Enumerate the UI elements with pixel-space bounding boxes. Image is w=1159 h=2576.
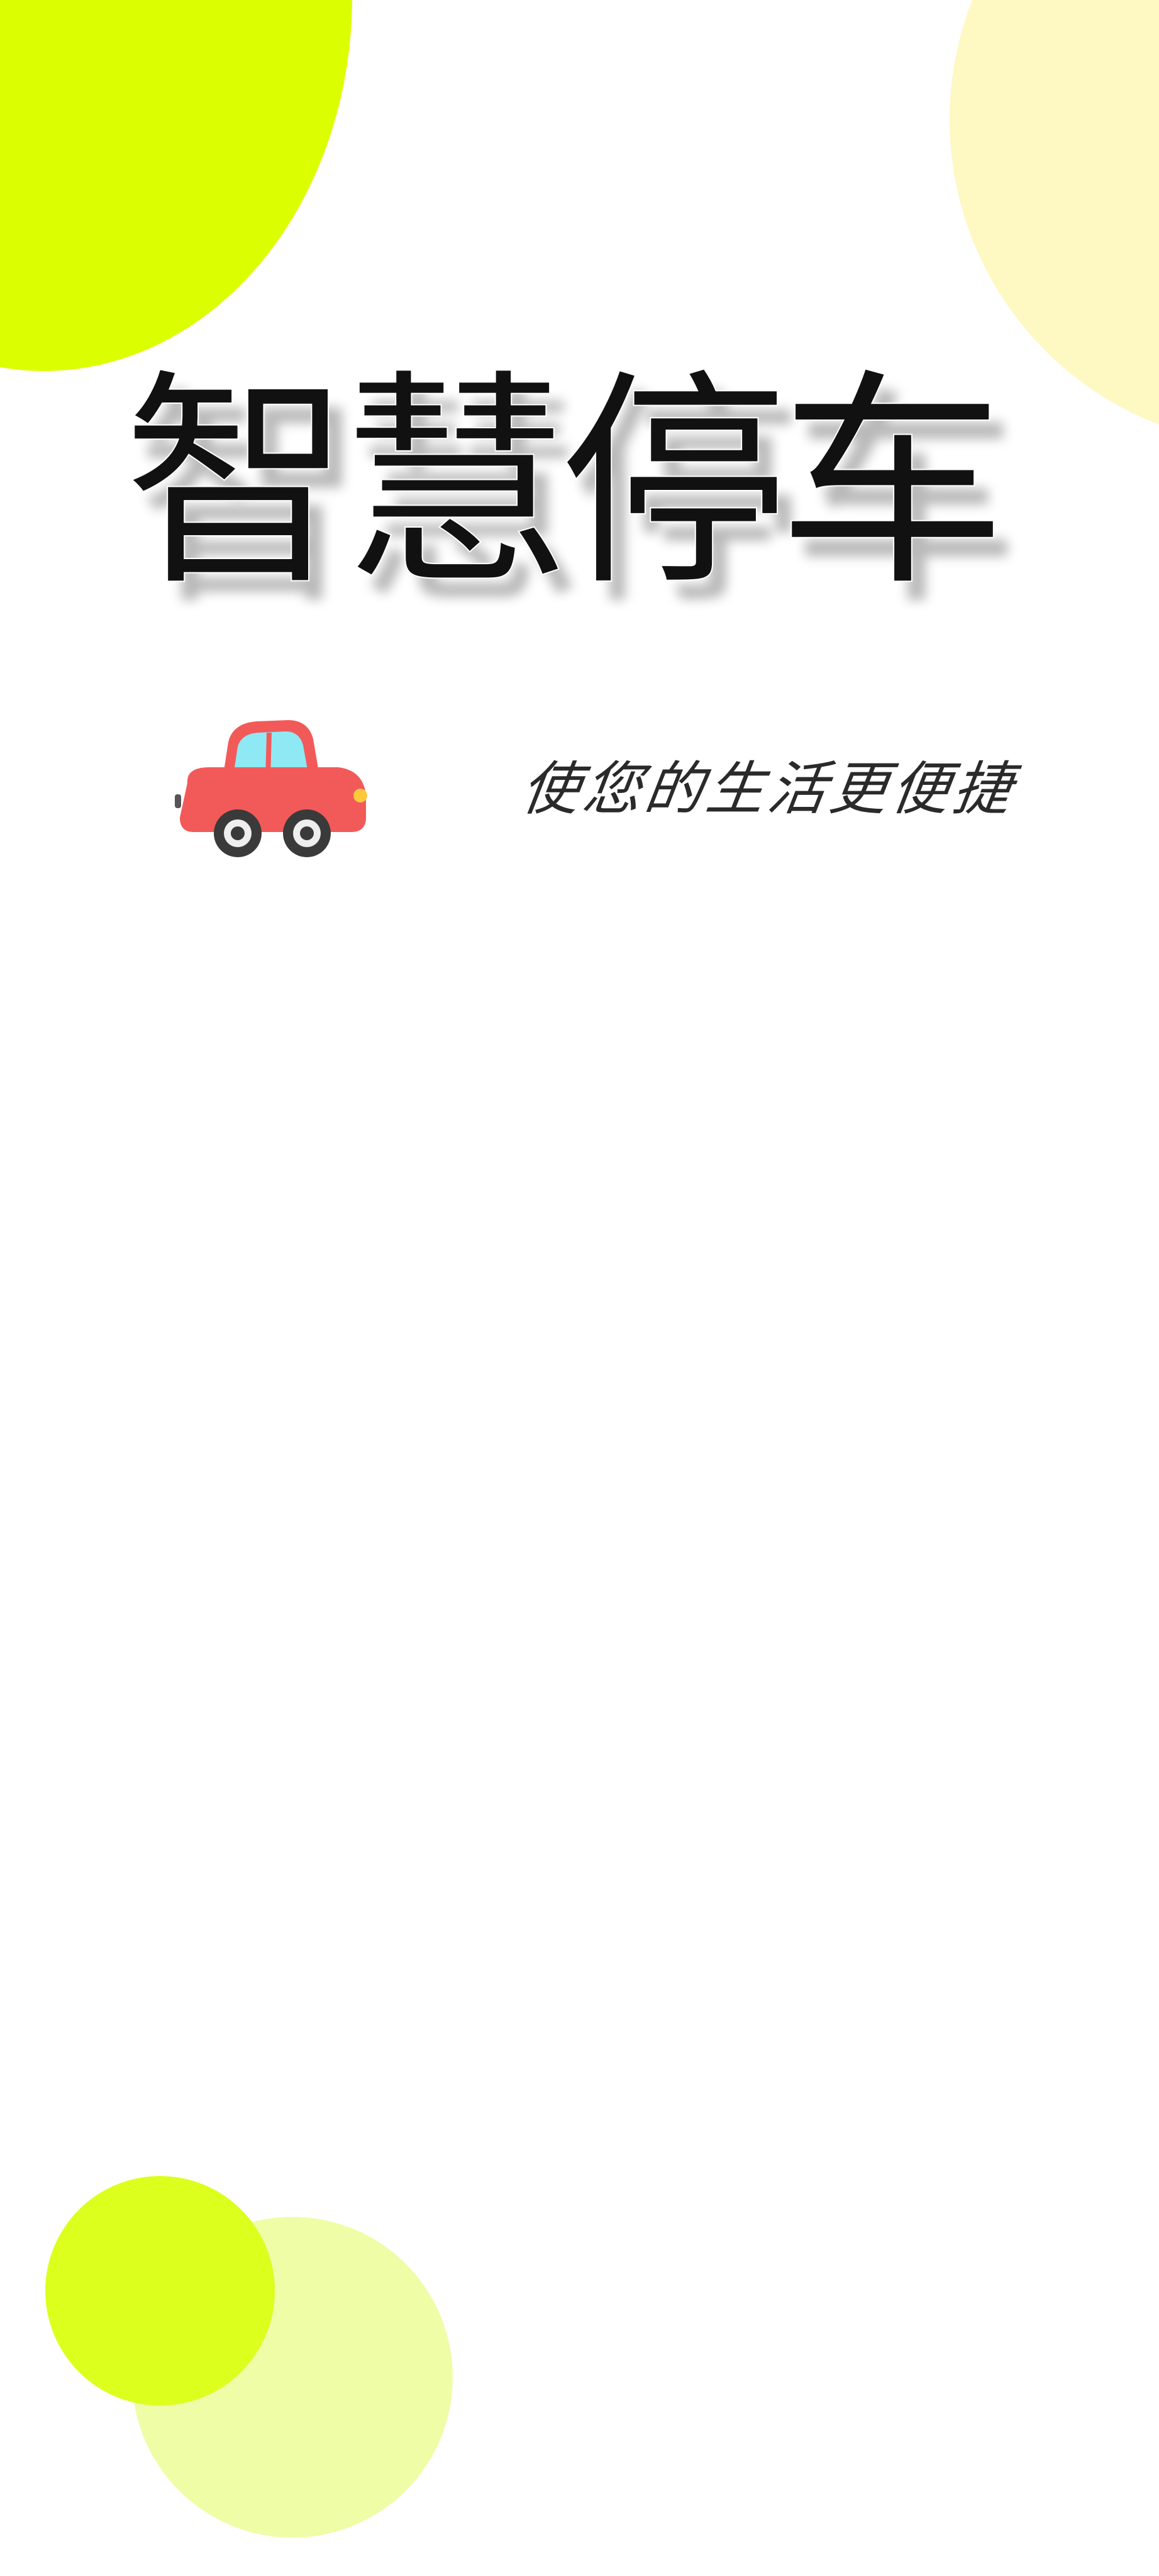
slogan-text: 使您的生活更便捷 bbox=[517, 755, 1020, 823]
decorative-circle-top-left bbox=[0, 0, 352, 371]
red-car-icon bbox=[175, 714, 370, 858]
app-title: 智慧停车 bbox=[122, 350, 1007, 618]
decorative-circle-bottom-strong bbox=[45, 2176, 275, 2406]
splash-screen: 智慧停车 使您的生活更便捷 bbox=[0, 0, 1159, 2576]
